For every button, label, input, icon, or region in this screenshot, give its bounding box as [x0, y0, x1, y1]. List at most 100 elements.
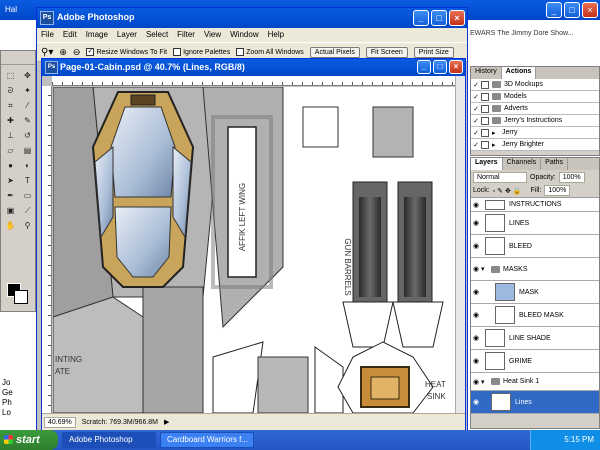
check-icon[interactable]: ✓: [471, 117, 481, 125]
layer-row[interactable]: ◉ GRIME: [471, 350, 599, 373]
resize-windows-checkbox[interactable]: ✓ Resize Windows To Fit: [86, 48, 167, 56]
shape-icon[interactable]: ▭: [21, 189, 34, 202]
slice-icon[interactable]: ⁄: [21, 99, 34, 112]
layer-group-row[interactable]: ◉ ▾ Heat Sink 1: [471, 373, 599, 391]
visibility-eye-icon[interactable]: ◉: [471, 334, 481, 342]
history-brush-icon[interactable]: ↺: [21, 129, 34, 142]
ignore-palettes-checkbox[interactable]: Ignore Palettes: [173, 48, 230, 56]
visibility-eye-icon[interactable]: ◉: [471, 265, 481, 273]
document-canvas[interactable]: AFFIK LEFT WING GUN BARRELS INTING ATE H…: [53, 87, 455, 413]
tab-actions[interactable]: Actions: [501, 67, 537, 79]
dialog-toggle[interactable]: [481, 116, 489, 125]
close-icon[interactable]: ×: [449, 60, 463, 74]
tools-palette-header[interactable]: [1, 51, 35, 65]
check-icon[interactable]: ✓: [471, 129, 481, 137]
brush-icon[interactable]: ✎: [21, 114, 34, 127]
visibility-eye-icon[interactable]: ◉: [471, 201, 481, 209]
menu-image[interactable]: Image: [86, 28, 108, 42]
expand-arrow-icon[interactable]: ▾: [481, 378, 491, 386]
menu-edit[interactable]: Edit: [63, 28, 77, 42]
menu-select[interactable]: Select: [146, 28, 168, 42]
tab-paths[interactable]: Paths: [541, 158, 569, 170]
menu-window[interactable]: Window: [230, 28, 258, 42]
check-icon[interactable]: ✓: [471, 81, 481, 89]
maximize-icon[interactable]: □: [433, 60, 447, 74]
vertical-ruler[interactable]: [42, 86, 52, 413]
opacity-field[interactable]: 100%: [558, 171, 585, 183]
menu-help[interactable]: Help: [268, 28, 284, 42]
move-icon[interactable]: ✥: [21, 69, 34, 82]
fill-field[interactable]: 100%: [544, 185, 571, 196]
expand-arrow-icon[interactable]: ▸: [492, 141, 502, 149]
expand-arrow-icon[interactable]: ▾: [481, 265, 491, 273]
zoom-out-icon[interactable]: ⊖: [73, 47, 81, 58]
tab-channels[interactable]: Channels: [503, 158, 542, 170]
hand-icon[interactable]: ✋: [4, 219, 17, 232]
dialog-toggle[interactable]: [481, 128, 489, 137]
crop-icon[interactable]: ⌗: [4, 99, 17, 112]
type-icon[interactable]: T: [21, 174, 34, 187]
visibility-eye-icon[interactable]: ◉: [471, 219, 481, 227]
action-row[interactable]: ✓ ▸ Jerry Brighter: [471, 139, 599, 151]
magic-wand-icon[interactable]: ✦: [21, 84, 34, 97]
layer-row[interactable]: ◉ BLEED: [471, 235, 599, 258]
layer-group-row[interactable]: ◉ ▾ MASKS: [471, 258, 599, 281]
zoom-in-icon[interactable]: ⊕: [59, 47, 67, 58]
start-button[interactable]: start: [0, 430, 58, 450]
check-icon[interactable]: ✓: [471, 105, 481, 113]
dialog-toggle[interactable]: [481, 140, 489, 149]
dialog-toggle[interactable]: [481, 104, 489, 113]
taskbar-item-photoshop[interactable]: Adobe Photoshop: [62, 432, 156, 448]
eyedropper-icon[interactable]: ⟋: [21, 204, 34, 217]
clock[interactable]: 5:15 PM: [564, 435, 594, 444]
close-icon[interactable]: ×: [449, 10, 465, 26]
zoom-icon[interactable]: ⚲: [21, 219, 34, 232]
healing-brush-icon[interactable]: ✚: [4, 114, 17, 127]
zoom-all-checkbox[interactable]: Zoom All Windows: [236, 48, 304, 56]
dialog-toggle[interactable]: [481, 92, 489, 101]
visibility-eye-icon[interactable]: ◉: [471, 357, 481, 365]
menu-filter[interactable]: Filter: [177, 28, 195, 42]
visibility-eye-icon[interactable]: ◉: [471, 311, 481, 319]
browser-tab[interactable]: Hal: [2, 2, 32, 18]
layer-row[interactable]: ◉ BLEED MASK: [471, 304, 599, 327]
zoom-level[interactable]: 40.69%: [44, 416, 76, 428]
minimize-icon[interactable]: _: [546, 2, 562, 18]
menu-layer[interactable]: Layer: [117, 28, 137, 42]
close-icon[interactable]: ×: [582, 2, 598, 18]
check-icon[interactable]: ✓: [471, 93, 481, 101]
minimize-icon[interactable]: _: [413, 10, 429, 26]
browser-links-bar[interactable]: EWARS The Jimmy Dore Show...: [470, 30, 600, 46]
maximize-icon[interactable]: □: [431, 10, 447, 26]
layer-row[interactable]: ◉ INSTRUCTIONS: [471, 198, 599, 212]
marquee-icon[interactable]: ⬚: [4, 69, 17, 82]
action-set-row[interactable]: ✓ Adverts: [471, 103, 599, 115]
fit-screen-button[interactable]: Fit Screen: [365, 46, 408, 58]
path-select-icon[interactable]: ➤: [4, 174, 17, 187]
dialog-toggle[interactable]: [481, 80, 489, 89]
background-color[interactable]: [14, 290, 28, 304]
tab-layers[interactable]: Layers: [471, 158, 503, 170]
menu-file[interactable]: File: [41, 28, 54, 42]
tab-history[interactable]: History: [471, 67, 502, 79]
layer-row-selected[interactable]: ◉ Lines: [471, 391, 599, 414]
actual-pixels-button[interactable]: Actual Pixels: [309, 46, 360, 58]
gradient-icon[interactable]: ▤: [21, 144, 34, 157]
lock-icons[interactable]: ▫ ✎ ✥ 🔒: [493, 187, 522, 195]
layer-row[interactable]: ◉ LINES: [471, 212, 599, 235]
maximize-icon[interactable]: □: [564, 2, 580, 18]
horizontal-ruler[interactable]: [52, 76, 455, 86]
check-icon[interactable]: ✓: [471, 141, 481, 149]
lasso-icon[interactable]: ᘐ: [4, 84, 17, 97]
action-set-row[interactable]: ✓ Models: [471, 91, 599, 103]
pen-icon[interactable]: ✒: [4, 189, 17, 202]
vertical-scrollbar[interactable]: [455, 76, 465, 413]
visibility-eye-icon[interactable]: ◉: [471, 288, 481, 296]
notes-icon[interactable]: ▣: [4, 204, 17, 217]
dodge-icon[interactable]: ◐: [21, 159, 34, 172]
action-row[interactable]: ✓ ▸ Jerry: [471, 127, 599, 139]
blur-icon[interactable]: ●: [4, 159, 17, 172]
status-arrow-icon[interactable]: ▶: [164, 418, 169, 426]
zoom-tool-icon[interactable]: ⚲▾: [41, 47, 53, 58]
visibility-eye-icon[interactable]: ◉: [471, 398, 481, 406]
